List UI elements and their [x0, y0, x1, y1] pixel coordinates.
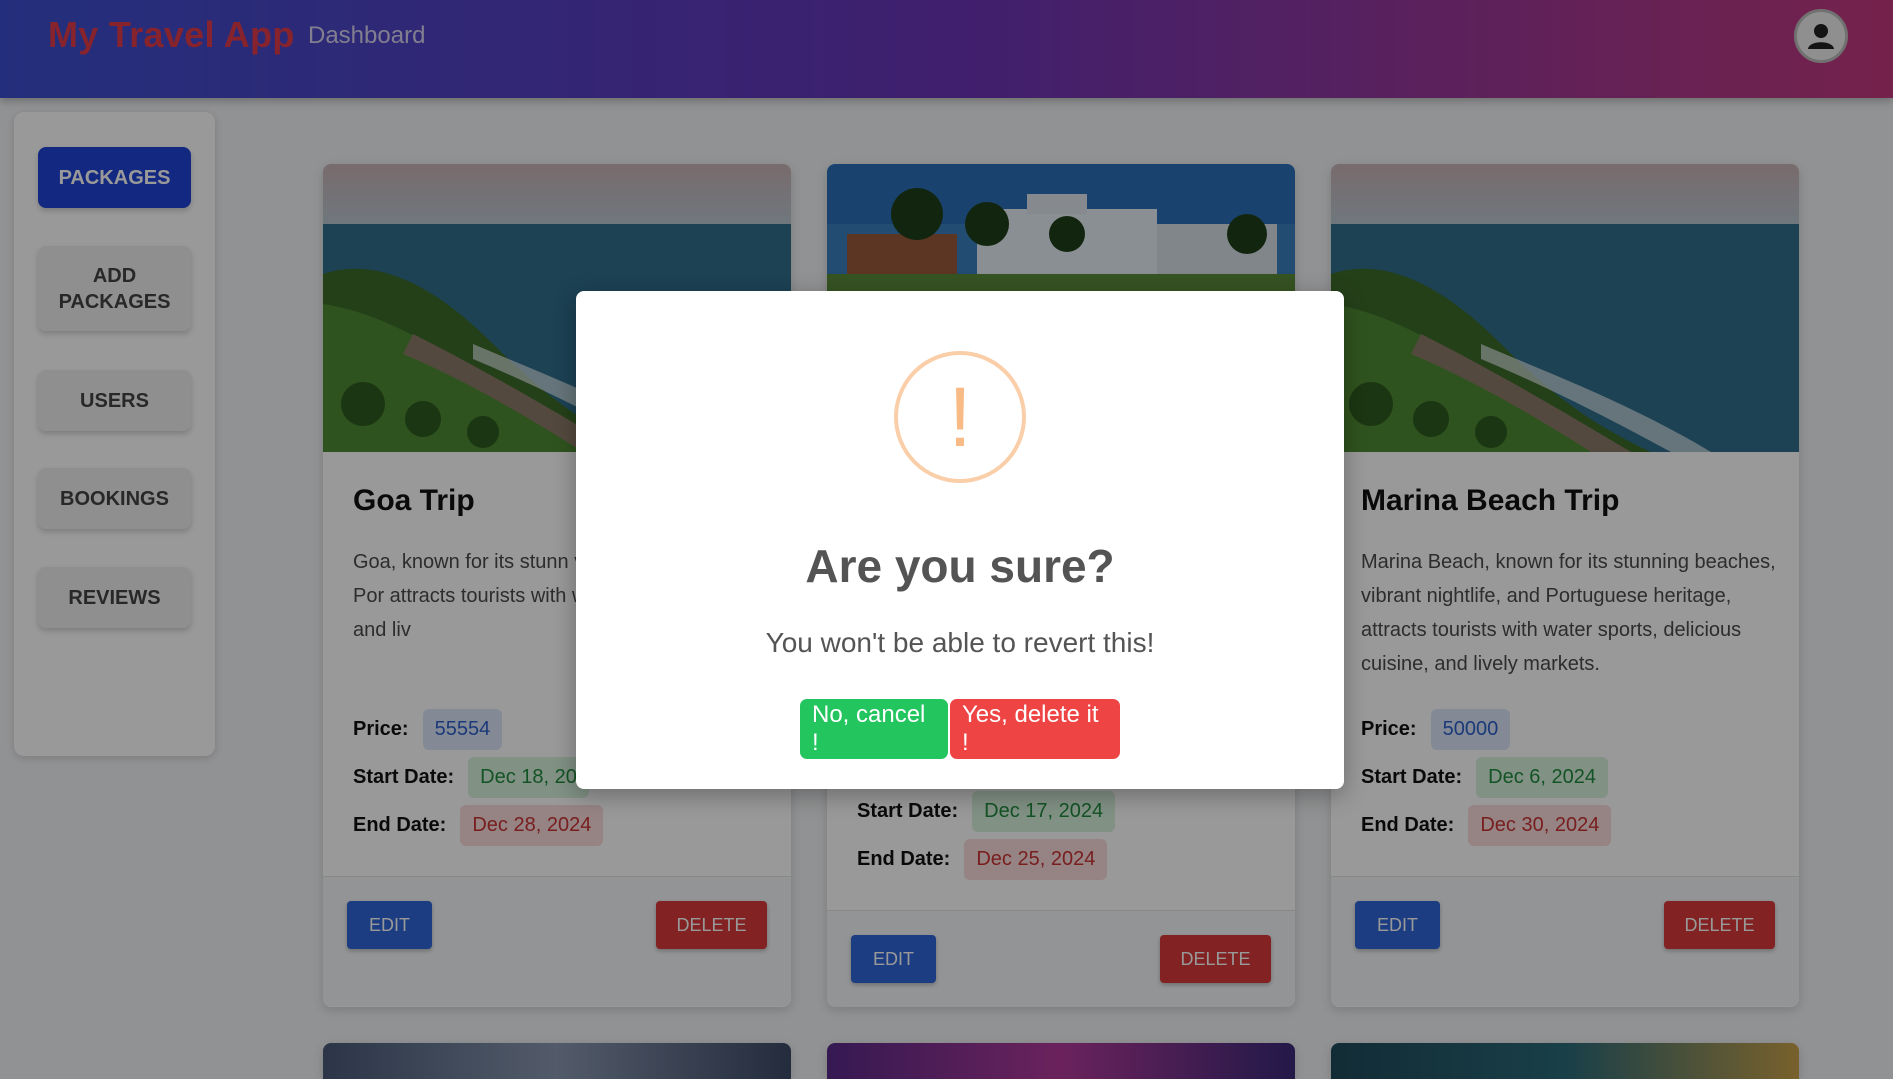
confirm-dialog: ! Are you sure? You won't be able to rev… [576, 291, 1344, 789]
dialog-message: You won't be able to revert this! [765, 627, 1155, 658]
dialog-title: Are you sure? [805, 540, 1115, 592]
exclamation-glyph: ! [948, 369, 972, 464]
dialog-actions: No, cancel ! Yes, delete it ! [576, 699, 1344, 759]
confirm-delete-button[interactable]: Yes, delete it ! [950, 699, 1120, 759]
cancel-button[interactable]: No, cancel ! [800, 699, 948, 759]
exclamation-icon: ! [894, 351, 1026, 483]
